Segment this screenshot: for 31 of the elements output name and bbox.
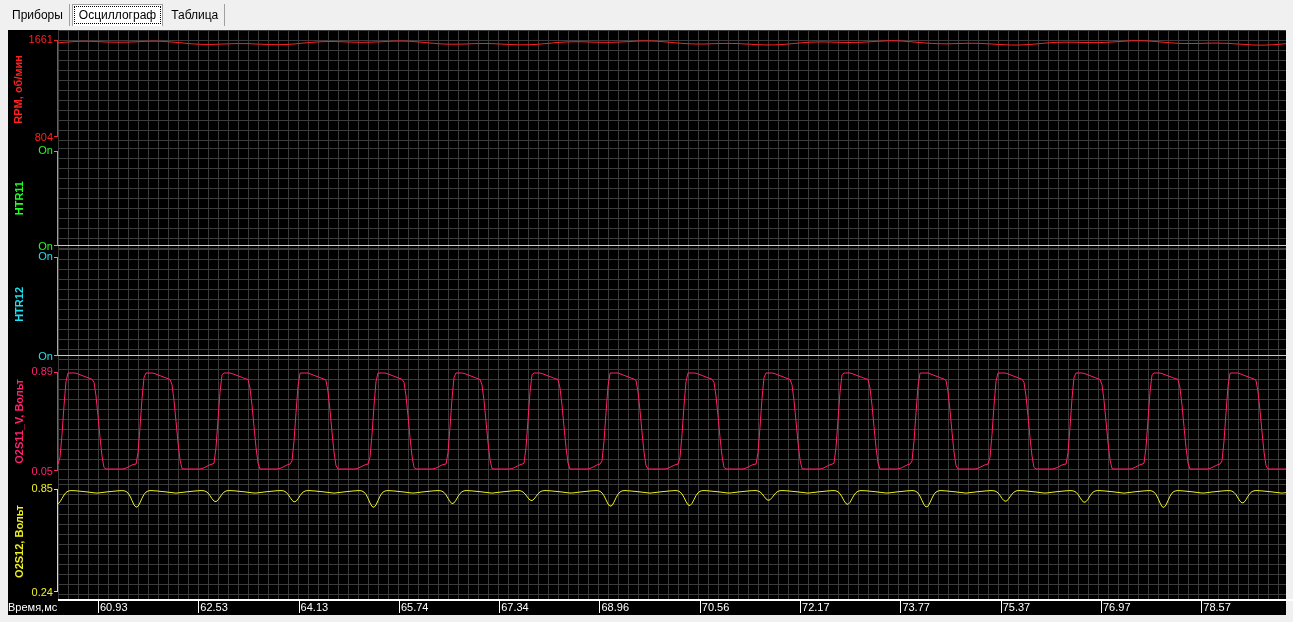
tick-label: 60.93	[98, 601, 199, 613]
tab[interactable]: Таблица	[165, 4, 226, 26]
scale-max-label: 1661	[28, 33, 53, 46]
scale-max-label: On	[38, 250, 53, 263]
scale-min-label: 0.05	[31, 465, 53, 478]
channel-name: RPM, об/мин	[12, 54, 25, 124]
tab[interactable]: Осциллограф	[71, 4, 164, 26]
channel-name: O2S11_V, Вольт	[13, 379, 25, 464]
channel-name: HTR12	[13, 286, 25, 322]
scale-max-label: 0.85	[31, 482, 53, 495]
tick-label: 65.74	[398, 601, 500, 613]
tick-label: 75.37	[1000, 601, 1101, 613]
scale-min-label: 0.24	[31, 586, 53, 599]
tick-label: 62.53	[198, 601, 299, 613]
scale-min-label: 804	[34, 131, 53, 144]
tick-label: 76.97	[1100, 601, 1202, 613]
tick-label: 64.13	[298, 601, 399, 613]
tick-label: 72.17	[800, 601, 901, 613]
tab[interactable]: Приборы	[6, 4, 70, 26]
tick-label: 68.96	[599, 601, 700, 613]
tick-label: 67.34	[499, 601, 600, 613]
tick-label: 70.56	[699, 601, 801, 613]
scale-max-label: On	[38, 144, 53, 157]
channel-name: HTR11	[13, 181, 25, 216]
scale-min-label: On	[38, 350, 53, 363]
scale-min-label: On	[38, 240, 53, 252]
tick-label: 78.57	[1201, 601, 1293, 613]
scale-max-label: 0.89	[31, 365, 53, 378]
axis-label: Время,мс	[8, 600, 58, 615]
tick-label: 73.77	[900, 601, 1001, 613]
channel-name: O2S12, Вольт	[13, 505, 25, 578]
